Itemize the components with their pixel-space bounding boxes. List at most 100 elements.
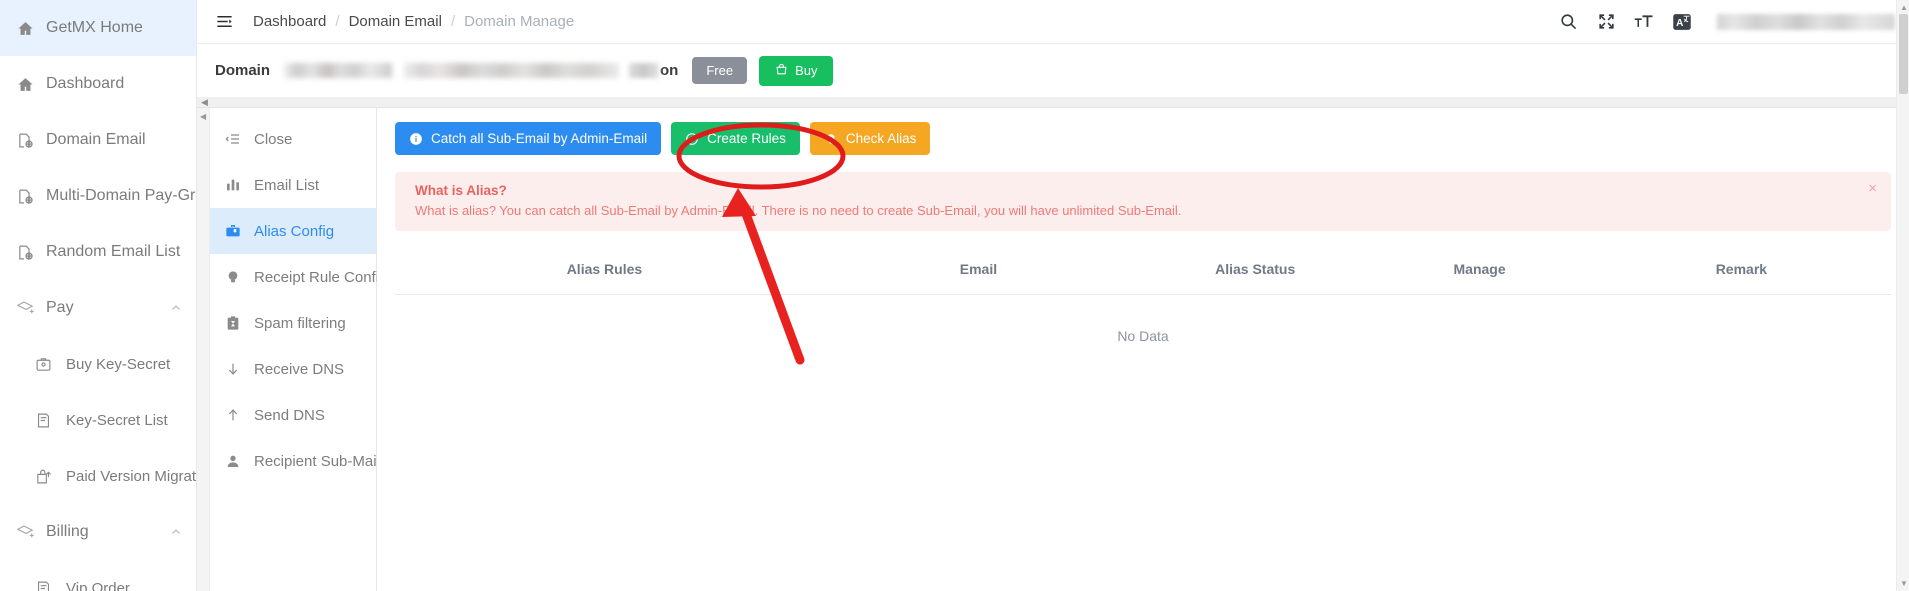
submenu-item-alias-config[interactable]: Alias Config [210,208,376,254]
create-rules-button[interactable]: Create Rules [671,122,800,155]
table-header: Alias Rules Email Alias Status Manage Re… [395,239,1891,295]
pay-icon [12,299,38,317]
sidebar-item-label: Buy Key-Secret [66,355,171,373]
check-alias-button[interactable]: Check Alias [809,122,931,155]
account-name-redacted[interactable] [1717,13,1895,30]
table-body: No Data [395,295,1891,378]
bulb-icon [222,269,244,285]
search-icon[interactable] [1557,11,1579,33]
bag-icon [775,63,788,79]
sidebar-item-label: Paid Version Migration [66,467,197,485]
collapse-icon [222,131,244,147]
alias-rules-table: Alias Rules Email Alias Status Manage Re… [395,239,1891,377]
sidebar-item-paid-version-migration[interactable]: Paid Version Migration [0,448,196,504]
sidebar-item-vip-order[interactable]: Vip Order [0,560,196,591]
breadcrumb-separator: / [335,13,340,30]
empty-state-text: No Data [1117,328,1169,344]
sidebar-item-label: Key-Secret List [66,411,168,429]
sidebar-item-label: Dashboard [46,75,125,92]
table-header-row: Alias Rules Email Alias Status Manage Re… [395,239,1891,295]
action-button-row: Catch all Sub-Email by Admin-Email Creat… [395,122,1891,155]
breadcrumb-item-domain-email[interactable]: Domain Email [349,13,442,30]
domain-value-redacted [284,63,393,78]
column-header-remark[interactable]: Remark [1591,239,1891,295]
submenu-item-receive-dns[interactable]: Receive DNS [210,346,376,392]
submenu-item-close[interactable]: Close [210,116,376,162]
submenu-item-recipient-sub-mail[interactable]: Recipient Sub-Mail [210,438,380,484]
submenu-item-send-dns[interactable]: Send DNS [210,392,376,438]
sidebar-item-label: GetMX Home [46,19,143,36]
column-header-alias-status[interactable]: Alias Status [1142,239,1368,295]
submenu-item-spam-filtering[interactable]: Spam filtering [210,300,376,346]
column-header-email[interactable]: Email [813,239,1143,295]
briefcase-icon [222,223,244,239]
alert-message: What is alias? You can catch all Sub-Ema… [415,203,1182,218]
scroll-left-icon[interactable]: ◀ [201,97,208,108]
table-empty-row: No Data [395,295,1891,378]
bulb-icon [824,132,838,146]
sidebar-item-label: Billing [46,523,89,540]
sidebar-item-key-secret-list[interactable]: Key-Secret List [0,392,196,448]
arrow-down-icon [222,361,244,377]
collapse-menu-icon[interactable] [213,11,235,33]
submenu-item-label: Spam filtering [254,314,346,332]
domain-icon [12,244,38,261]
plus-circle-icon [685,132,699,146]
submenu-item-label: Receipt Rule Config [254,268,388,286]
scroll-up-icon[interactable]: ◀ [200,112,206,121]
scroll-down-icon[interactable]: ▼ [1900,579,1908,588]
submenu-item-receipt-rule-config[interactable]: Receipt Rule Config [210,254,387,300]
sidebar-item-buy-key-secret[interactable]: Buy Key-Secret [0,336,196,392]
sidebar-item-label: Multi-Domain Pay-Group [46,187,196,204]
key-icon [30,356,56,373]
chevron-up-icon [170,526,182,538]
domain-value-redacted-2 [404,63,620,78]
sidebar-item-label: Domain Email [46,131,146,148]
domain-value-tail: on [660,62,679,79]
breadcrumb-item-domain-manage: Domain Manage [464,13,575,30]
submenu-item-email-list[interactable]: Email List [210,162,376,208]
secondary-menu-scrollbar[interactable]: ◀ [197,108,210,591]
list-icon [30,580,56,591]
domain-summary-bar: Domain on Free Buy [197,44,1909,98]
domain-icon [12,132,38,149]
font-size-icon[interactable] [1633,11,1655,33]
sidebar-item-billing[interactable]: Billing [0,504,196,560]
scrollbar-thumb[interactable] [1899,14,1908,94]
catch-all-sub-email-button[interactable]: Catch all Sub-Email by Admin-Email [395,122,662,155]
topbar-actions: A [1557,11,1895,33]
sidebar-item-pay[interactable]: Pay [0,280,196,336]
buy-button[interactable]: Buy [759,55,834,86]
translate-icon[interactable]: A [1671,11,1693,33]
close-icon[interactable]: × [1868,181,1877,196]
secondary-menu: ◀ Close Email List Alias Config Receipt … [197,108,387,591]
secondary-menu-list: Close Email List Alias Config Receipt Ru… [210,108,387,484]
column-header-manage[interactable]: Manage [1367,239,1592,295]
breadcrumb-item-dashboard[interactable]: Dashboard [253,13,326,30]
submenu-item-label: Receive DNS [254,360,345,378]
horizontal-scrollbar[interactable]: ◀ ▶ [197,97,1909,108]
main-region: Dashboard / Domain Email / Domain Manage [197,0,1909,591]
sidebar-item-random-email-list[interactable]: Random Email List [0,224,196,280]
button-label: Create Rules [707,131,786,146]
domain-value-redacted-3 [629,63,660,78]
home-icon [12,20,38,37]
button-label: Catch all Sub-Email by Admin-Email [431,131,648,146]
bar-chart-icon [222,177,244,193]
domain-label: Domain [215,62,271,79]
submenu-item-label: Close [254,130,293,148]
column-header-alias-rules[interactable]: Alias Rules [395,239,814,295]
scroll-up-icon[interactable]: ▲ [1900,3,1908,12]
content-panel: Catch all Sub-Email by Admin-Email Creat… [377,108,1909,591]
alias-info-alert: What is Alias? What is alias? You can ca… [395,172,1891,231]
arrow-up-icon [222,407,244,423]
sidebar-item-getmx-home[interactable]: GetMX Home [0,0,196,56]
list-icon [30,412,56,429]
sidebar-item-multi-domain-pay-group[interactable]: Multi-Domain Pay-Group [0,168,196,224]
sidebar-item-dashboard[interactable]: Dashboard [0,56,196,112]
page-vertical-scrollbar[interactable]: ▲ ▼ [1896,0,1909,591]
domain-icon [12,188,38,205]
chevron-up-icon [170,302,182,314]
fullscreen-icon[interactable] [1595,11,1617,33]
sidebar-item-domain-email[interactable]: Domain Email [0,112,196,168]
